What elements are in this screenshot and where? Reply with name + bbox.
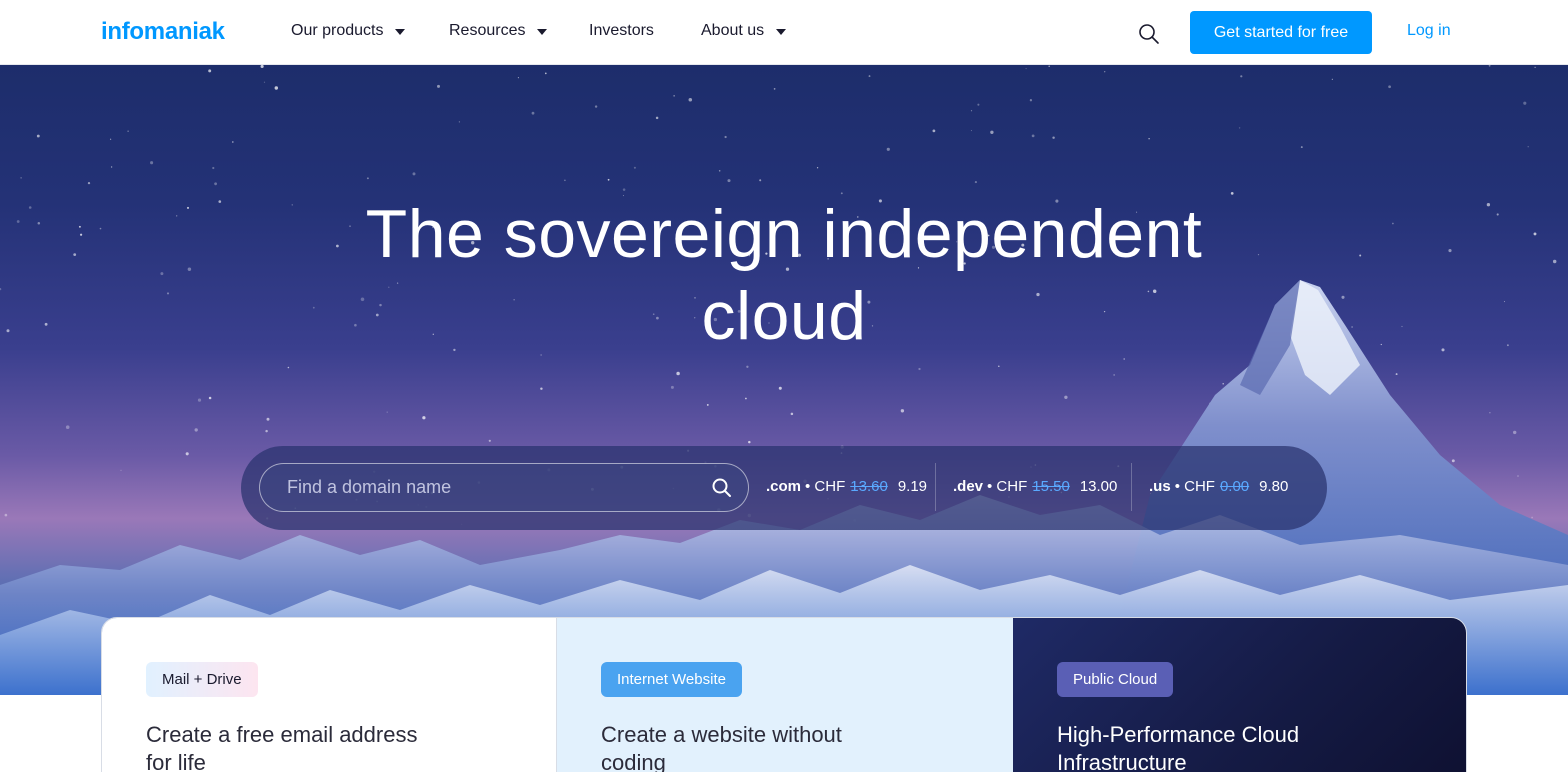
nav-about-us[interactable]: About us: [701, 22, 787, 40]
login-link[interactable]: Log in: [1407, 22, 1451, 40]
search-icon[interactable]: [711, 477, 733, 499]
card-badge: Internet Website: [601, 662, 742, 697]
chevron-down-icon: [395, 29, 406, 35]
nav-our-products-label: Our products: [291, 22, 384, 39]
price-divider: [1131, 463, 1132, 511]
price-com-currency: • CHF: [805, 478, 846, 495]
card-internet-website[interactable]: Internet Website Create a website withou…: [557, 618, 1013, 772]
domain-search-bar: .com • CHF 13.60 9.19 .dev • CHF 15.50 1…: [241, 446, 1327, 530]
price-dev[interactable]: .dev • CHF 15.50 13.00: [953, 478, 1117, 495]
domain-search-input[interactable]: [259, 463, 749, 512]
nav-resources[interactable]: Resources: [449, 22, 548, 40]
get-started-button[interactable]: Get started for free: [1190, 11, 1372, 54]
chevron-down-icon: [537, 29, 548, 35]
card-title: High-Performance Cloud Infrastructure: [1057, 722, 1300, 772]
price-dev-new: 13.00: [1079, 478, 1118, 495]
card-mail-drive[interactable]: Mail + Drive Create a free email address…: [102, 618, 557, 772]
price-us-new: 9.80: [1259, 478, 1289, 495]
price-divider: [935, 463, 936, 511]
price-com-extension: .com: [766, 478, 802, 495]
price-us[interactable]: .us • CHF 0.00 9.80: [1149, 478, 1288, 495]
chevron-down-icon: [776, 29, 787, 35]
nav-our-products[interactable]: Our products: [291, 22, 406, 40]
price-us-old: 0.00: [1219, 478, 1250, 495]
hero-section: The sovereign independent cloud: [0, 65, 1568, 695]
nav-resources-label: Resources: [449, 22, 526, 39]
price-dev-old: 15.50: [1032, 478, 1070, 495]
card-badge: Mail + Drive: [146, 662, 258, 697]
nav-investors[interactable]: Investors: [589, 22, 654, 40]
card-title: Create a website without coding: [601, 722, 842, 772]
top-navigation-bar: infomaniak Our products Resources Invest…: [0, 0, 1568, 65]
card-title: Create a free email address for life: [146, 722, 418, 772]
nav-about-us-label: About us: [701, 22, 765, 39]
card-badge: Public Cloud: [1057, 662, 1174, 697]
nav-investors-label: Investors: [589, 22, 654, 39]
hero-heading-line1: The sovereign independent: [365, 196, 1203, 272]
infomaniak-logo[interactable]: infomaniak: [101, 18, 225, 46]
mountain-illustration: [0, 280, 1568, 695]
hero-heading-line2: cloud: [701, 278, 867, 354]
card-public-cloud[interactable]: Public Cloud High-Performance Cloud Infr…: [1013, 618, 1466, 772]
price-dev-currency: • CHF: [987, 478, 1028, 495]
price-com-new: 9.19: [897, 478, 928, 495]
price-com-old: 13.60: [850, 478, 888, 495]
price-dev-extension: .dev: [953, 478, 984, 495]
product-cards: Mail + Drive Create a free email address…: [101, 617, 1467, 772]
price-us-currency: • CHF: [1174, 478, 1215, 495]
search-icon[interactable]: [1138, 23, 1160, 45]
hero-heading: The sovereign independent cloud: [0, 193, 1568, 357]
price-us-extension: .us: [1149, 478, 1171, 495]
price-com[interactable]: .com • CHF 13.60 9.19: [766, 478, 927, 495]
